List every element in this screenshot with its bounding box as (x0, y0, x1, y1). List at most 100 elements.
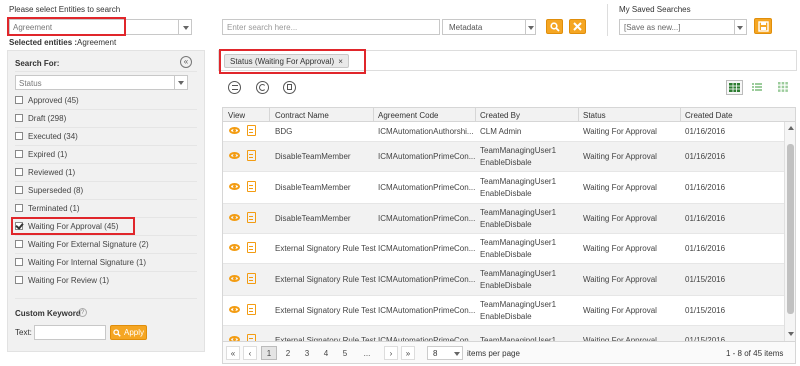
page-size-select[interactable]: 8 (427, 346, 463, 360)
copy-button[interactable] (283, 81, 296, 94)
status-select-value: Status (19, 79, 42, 88)
page-button[interactable]: ... (359, 346, 375, 360)
table-row[interactable]: External Signatory Rule Test ICMAutomatio… (223, 296, 784, 326)
column-header-created-date[interactable]: Created Date (685, 111, 733, 120)
prev-page-button[interactable]: ‹ (243, 346, 257, 360)
refresh-button[interactable] (256, 81, 269, 94)
note-icon[interactable] (247, 242, 256, 253)
column-header-contract-name[interactable]: Contract Name (275, 111, 329, 120)
column-header-view[interactable]: View (228, 111, 245, 120)
note-icon[interactable] (247, 150, 256, 161)
status-filter-item[interactable]: Draft (298) (15, 112, 66, 124)
apply-button[interactable]: Apply (110, 325, 147, 340)
column-header-agreement-code[interactable]: Agreement Code (378, 111, 438, 120)
grid-view-button[interactable] (726, 80, 743, 95)
table-row[interactable]: External Signatory Rule Test ICMAutomatio… (223, 326, 784, 341)
table-row[interactable]: DisableTeamMember ICMAutomationPrimeCon..… (223, 142, 784, 172)
chevron-down-icon (528, 26, 534, 30)
agreement-code-cell: ICMAutomationPrimeCon... (378, 214, 476, 223)
status-filter-item[interactable]: Superseded (8) (15, 184, 83, 196)
status-checkbox[interactable] (15, 258, 23, 266)
eye-icon[interactable] (229, 275, 240, 282)
status-checkbox[interactable] (15, 96, 23, 104)
status-filter-item[interactable]: Terminated (1) (15, 202, 80, 214)
eye-icon[interactable] (229, 244, 240, 251)
page-button[interactable]: 4 (318, 346, 334, 360)
status-filter-item[interactable]: Executed (34) (15, 130, 78, 142)
column-list-button[interactable] (228, 81, 241, 94)
page-button[interactable]: 5 (337, 346, 353, 360)
table-row[interactable]: BDG ICMAutomationAuthorshi... CLM Admin Wai… (223, 122, 784, 142)
status-checkbox[interactable] (15, 168, 23, 176)
status-checkbox[interactable] (15, 204, 23, 212)
search-button[interactable] (546, 19, 563, 34)
divider (15, 127, 197, 128)
status-filter-item[interactable]: Waiting For Internal Signature (1) (15, 256, 146, 268)
page-button[interactable]: 2 (280, 346, 296, 360)
search-scope-select[interactable]: Metadata (442, 19, 536, 35)
chevron-down-icon (183, 26, 189, 30)
search-icon (549, 21, 560, 32)
status-filter-item[interactable]: Approved (45) (15, 94, 79, 106)
page-size-value: 8 (433, 349, 438, 358)
note-icon[interactable] (247, 304, 256, 315)
tile-view-button[interactable] (778, 82, 788, 92)
status-cell: Waiting For Approval (583, 275, 657, 284)
contract-name-cell: DisableTeamMember (275, 152, 351, 161)
help-icon[interactable]: ? (78, 308, 87, 317)
status-filter-label: Superseded (8) (28, 185, 84, 195)
table-row[interactable]: DisableTeamMember ICMAutomationPrimeCon..… (223, 204, 784, 234)
list-icon (231, 85, 238, 90)
note-icon[interactable] (247, 181, 256, 192)
status-cell: Waiting For Approval (583, 152, 657, 161)
table-row[interactable]: DisableTeamMember ICMAutomationPrimeCon..… (223, 172, 784, 204)
note-icon[interactable] (247, 212, 256, 223)
save-search-button[interactable] (754, 18, 772, 34)
page-button[interactable]: 1 (261, 346, 277, 360)
eye-icon[interactable] (229, 214, 240, 221)
last-page-button[interactable]: » (401, 346, 415, 360)
eye-icon[interactable] (229, 183, 240, 190)
page-button[interactable]: 3 (299, 346, 315, 360)
scrollbar-thumb[interactable] (787, 144, 794, 314)
first-page-button[interactable]: « (226, 346, 240, 360)
search-input[interactable]: Enter search here... (222, 19, 440, 35)
scroll-up-icon[interactable] (788, 126, 794, 130)
status-checkbox[interactable] (15, 240, 23, 248)
contract-name-cell: DisableTeamMember (275, 183, 351, 192)
next-page-button[interactable]: › (384, 346, 398, 360)
status-filter-item[interactable]: Waiting For Review (1) (15, 274, 109, 286)
column-header-status[interactable]: Status (583, 111, 606, 120)
status-checkbox[interactable] (15, 186, 23, 194)
note-icon[interactable] (247, 125, 256, 136)
divider (15, 181, 197, 182)
status-checkbox[interactable] (15, 276, 23, 284)
list-view-button[interactable] (752, 82, 762, 92)
status-filter-item[interactable]: Reviewed (1) (15, 166, 75, 178)
column-header-created-by[interactable]: Created By (480, 111, 520, 120)
status-checkbox[interactable] (15, 114, 23, 122)
table-row[interactable]: External Signatory Rule Test ICMAutomatio… (223, 264, 784, 296)
status-filter-item[interactable]: Expired (1) (15, 148, 67, 160)
note-icon[interactable] (247, 273, 256, 284)
table-scrollbar[interactable] (784, 122, 795, 341)
chevron-down-icon (178, 81, 184, 85)
pager-summary: 1 - 8 of 45 items (726, 349, 784, 358)
note-icon[interactable] (247, 334, 256, 341)
scroll-down-icon[interactable] (788, 332, 794, 336)
status-filter-item[interactable]: Waiting For External Signature (2) (15, 238, 149, 250)
status-select[interactable]: Status (15, 75, 188, 90)
saved-searches-select[interactable]: [Save as new...] (619, 19, 747, 35)
created-by-cell: EnableDisbale (480, 158, 532, 167)
table-row[interactable]: External Signatory Rule Test ICMAutomatio… (223, 234, 784, 264)
status-checkbox[interactable] (15, 150, 23, 158)
eye-icon[interactable] (229, 152, 240, 159)
divider (607, 4, 608, 36)
eye-icon[interactable] (229, 127, 240, 134)
collapse-sidebar-button[interactable]: « (180, 56, 192, 68)
clear-search-button[interactable] (569, 19, 586, 34)
status-checkbox[interactable] (15, 132, 23, 140)
custom-keyword-input[interactable] (34, 325, 106, 340)
eye-icon[interactable] (229, 306, 240, 313)
divider (15, 199, 197, 200)
